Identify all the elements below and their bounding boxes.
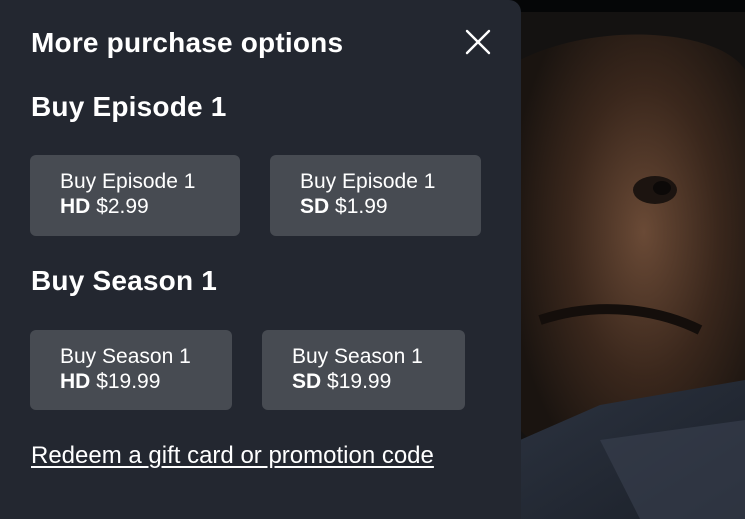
- close-icon: [465, 29, 491, 55]
- buy-episode-heading: Buy Episode 1: [31, 91, 227, 122]
- price: $1.99: [335, 195, 388, 218]
- purchase-options-panel: More purchase options Buy Episode 1 Buy …: [0, 0, 521, 519]
- dialog-title: More purchase options: [31, 27, 344, 58]
- quality-label: HD: [60, 195, 91, 218]
- option-price-line: HD $2.99: [60, 194, 240, 219]
- option-price-line: SD $1.99: [300, 194, 481, 219]
- option-price-line: SD $19.99: [292, 369, 465, 394]
- buy-season-hd-button[interactable]: Buy Season 1 HD $19.99: [30, 330, 232, 410]
- quality-label: SD: [292, 370, 322, 393]
- price: $19.99: [96, 370, 161, 393]
- buy-season-heading: Buy Season 1: [31, 265, 218, 296]
- option-label: Buy Season 1: [60, 345, 191, 368]
- option-label: Buy Season 1: [292, 345, 423, 368]
- option-label: Buy Episode 1: [300, 170, 436, 193]
- price: $2.99: [96, 195, 149, 218]
- buy-episode-sd-button[interactable]: Buy Episode 1 SD $1.99: [270, 155, 481, 236]
- quality-label: SD: [300, 195, 330, 218]
- quality-label: HD: [60, 370, 91, 393]
- price: $19.99: [327, 370, 392, 393]
- close-button[interactable]: [460, 24, 496, 60]
- redeem-gift-card-link[interactable]: Redeem a gift card or promotion code: [31, 442, 434, 470]
- option-price-line: HD $19.99: [60, 369, 232, 394]
- buy-season-sd-button[interactable]: Buy Season 1 SD $19.99: [262, 330, 465, 410]
- buy-episode-hd-button[interactable]: Buy Episode 1 HD $2.99: [30, 155, 240, 236]
- option-label: Buy Episode 1: [60, 170, 196, 193]
- stage: More purchase options Buy Episode 1 Buy …: [0, 0, 745, 519]
